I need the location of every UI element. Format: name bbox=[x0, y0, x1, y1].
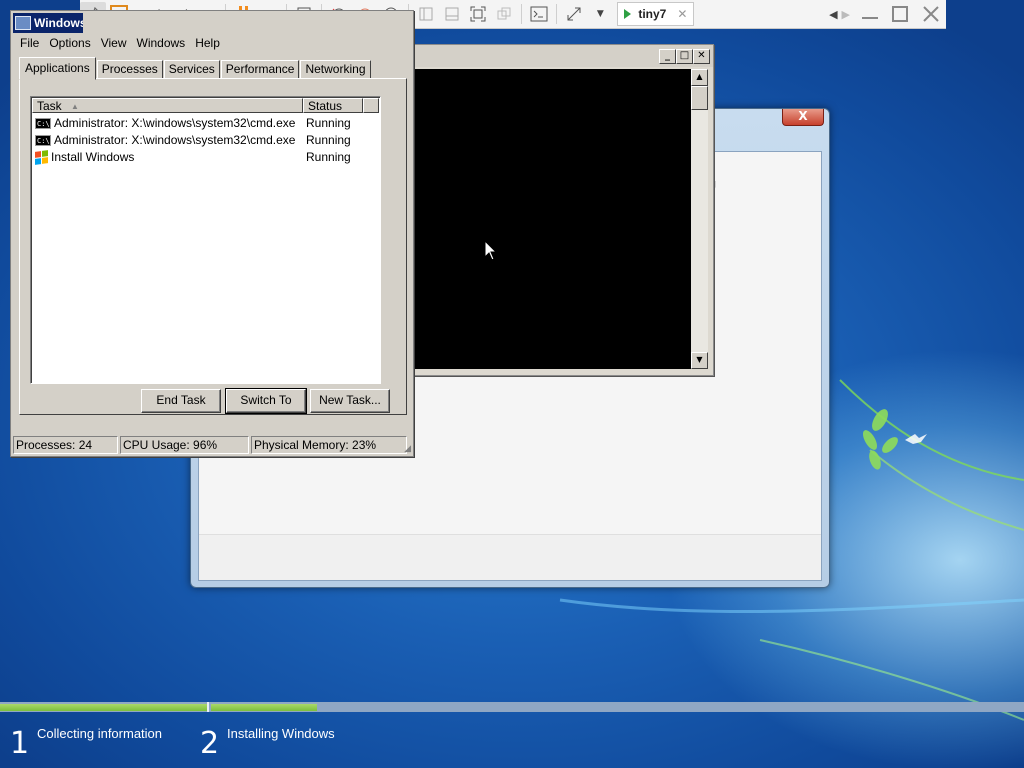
progress-fill-collecting bbox=[0, 704, 207, 711]
task-manager-window: Windows Task Manager File Options View W… bbox=[10, 10, 414, 457]
restore-icon[interactable] bbox=[892, 6, 908, 22]
resize-grip-icon[interactable]: ◢ bbox=[404, 443, 411, 454]
status-cpu-usage: CPU Usage: 96% bbox=[120, 436, 249, 454]
status-processes: Processes: 24 bbox=[13, 436, 118, 454]
toolbar-separator bbox=[556, 4, 558, 24]
minimize-icon: _ bbox=[665, 50, 670, 61]
cmd-minimize-button[interactable]: _ bbox=[659, 49, 676, 64]
nav-forward-icon[interactable]: ▶ bbox=[842, 8, 850, 21]
tab-strip: Applications Processes Services Performa… bbox=[19, 57, 372, 80]
view-console-button[interactable] bbox=[413, 2, 439, 26]
cmd-maximize-button[interactable]: □ bbox=[676, 49, 693, 64]
nav-back-icon[interactable]: ◀ bbox=[829, 8, 837, 21]
table-row[interactable]: C:\ Administrator: X:\windows\system32\c… bbox=[35, 132, 351, 148]
menu-options[interactable]: Options bbox=[44, 34, 95, 52]
terminal-icon bbox=[530, 6, 548, 22]
step-label: Installing Windows bbox=[227, 726, 335, 741]
column-header-status[interactable]: Status bbox=[303, 98, 363, 113]
minimize-icon[interactable] bbox=[862, 9, 878, 19]
status-physical-memory: Physical Memory: 23% bbox=[251, 436, 407, 454]
vm-running-icon bbox=[624, 9, 632, 19]
column-header-filler bbox=[363, 98, 379, 113]
toolbar-separator bbox=[521, 4, 523, 24]
table-row[interactable]: C:\ Administrator: X:\windows\system32\c… bbox=[35, 115, 351, 131]
cmd-titlebar: _ □ ✕ bbox=[373, 45, 713, 67]
view-thumbnail-icon bbox=[445, 7, 459, 21]
progress-divider bbox=[207, 702, 209, 712]
setup-close-button[interactable]: X bbox=[782, 109, 824, 126]
menu-bar: File Options View Windows Help bbox=[15, 34, 225, 52]
scroll-down-icon[interactable]: ▼ bbox=[691, 352, 708, 369]
vm-tab[interactable]: tiny7 ✕ bbox=[617, 2, 695, 26]
step-label: Collecting information bbox=[37, 726, 163, 741]
fit-guest-icon bbox=[470, 6, 486, 22]
mouse-pointer-icon bbox=[484, 240, 498, 261]
menu-windows[interactable]: Windows bbox=[132, 34, 191, 52]
close-icon: ✕ bbox=[697, 50, 706, 61]
end-task-button[interactable]: End Task bbox=[141, 389, 221, 413]
scroll-up-icon[interactable]: ▲ bbox=[691, 69, 708, 86]
list-header: Task ▲ Status bbox=[32, 98, 379, 114]
tab-performance[interactable]: Performance bbox=[220, 60, 300, 79]
setup-footer bbox=[199, 534, 821, 580]
task-manager-titlebar[interactable]: Windows Task Manager bbox=[13, 13, 83, 33]
cmd-scrollbar[interactable]: ▲ ▼ bbox=[691, 69, 708, 369]
toolbar-right-controls: ◀ ▶ bbox=[829, 5, 946, 23]
status-bar: Processes: 24 CPU Usage: 96% Physical Me… bbox=[13, 436, 409, 454]
task-status: Running bbox=[306, 150, 351, 164]
dropdown-arrow-icon: ▼ bbox=[596, 9, 604, 19]
task-status: Running bbox=[306, 116, 351, 130]
column-header-task[interactable]: Task ▲ bbox=[32, 98, 303, 113]
fullscreen-icon bbox=[567, 7, 581, 21]
menu-file[interactable]: File bbox=[15, 34, 44, 52]
tab-services[interactable]: Services bbox=[163, 60, 220, 79]
view-thumbnail-button[interactable] bbox=[439, 2, 465, 26]
maximize-icon: □ bbox=[679, 50, 690, 61]
close-icon[interactable] bbox=[922, 5, 940, 23]
task-name: Administrator: X:\windows\system32\cmd.e… bbox=[54, 116, 296, 130]
cmd-window: _ □ ✕ ▲ ▼ bbox=[372, 44, 714, 376]
menu-view[interactable]: View bbox=[96, 34, 132, 52]
cmd-icon: C:\ bbox=[35, 117, 51, 129]
progress-fill-installing bbox=[211, 704, 317, 711]
task-manager-icon bbox=[15, 16, 31, 30]
step-number: 1 bbox=[10, 726, 30, 761]
view-console-icon bbox=[419, 7, 433, 21]
task-name: Install Windows bbox=[51, 150, 135, 164]
fit-guest-button[interactable] bbox=[465, 2, 491, 26]
setup-progress-track bbox=[0, 702, 1024, 712]
tab-applications[interactable]: Applications bbox=[19, 57, 96, 80]
vm-tab-label: tiny7 bbox=[638, 7, 667, 21]
step-number: 2 bbox=[200, 726, 220, 761]
windows-flag-icon bbox=[35, 149, 48, 165]
table-row[interactable]: Install Windows Running bbox=[35, 149, 351, 165]
tab-close-icon[interactable]: ✕ bbox=[677, 7, 687, 21]
unity-icon bbox=[497, 7, 511, 20]
task-status: Running bbox=[306, 133, 351, 147]
task-list[interactable]: Task ▲ Status C:\ Administrator: X:\wind… bbox=[30, 96, 381, 384]
fullscreen-button[interactable] bbox=[561, 2, 587, 26]
fullscreen-dropdown-button[interactable]: ▼ bbox=[587, 2, 613, 26]
cmd-console-area[interactable] bbox=[414, 69, 691, 369]
scroll-thumb[interactable] bbox=[691, 86, 708, 110]
tab-networking[interactable]: Networking bbox=[300, 60, 371, 79]
console-terminal-button[interactable] bbox=[526, 2, 552, 26]
switch-to-button[interactable]: Switch To bbox=[225, 388, 307, 414]
cmd-close-button[interactable]: ✕ bbox=[693, 49, 710, 64]
unity-button[interactable] bbox=[491, 2, 517, 26]
cmd-icon: C:\ bbox=[35, 134, 51, 146]
menu-help[interactable]: Help bbox=[190, 34, 225, 52]
new-task-button[interactable]: New Task... bbox=[310, 389, 390, 413]
task-manager-title: Windows Task Manager bbox=[34, 16, 83, 30]
task-name: Administrator: X:\windows\system32\cmd.e… bbox=[54, 133, 296, 147]
sort-ascending-icon: ▲ bbox=[71, 102, 79, 111]
tab-processes[interactable]: Processes bbox=[96, 60, 163, 79]
